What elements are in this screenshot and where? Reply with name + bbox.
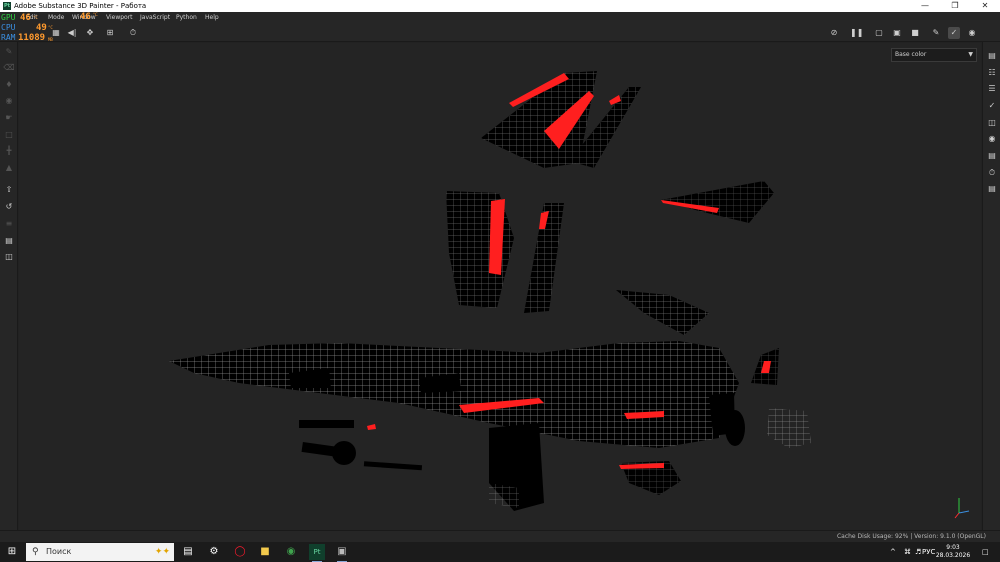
camera-icon[interactable]: ■: [909, 27, 921, 39]
window-temp-value: 46: [80, 12, 91, 22]
title-bar: Pt Adobe Substance 3D Painter - Работа —…: [0, 0, 1000, 12]
task-view-icon[interactable]: ▤: [180, 544, 196, 560]
viewer-icon[interactable]: ◉: [986, 133, 998, 145]
stack-icon[interactable]: ☰: [986, 83, 998, 95]
smudge-icon[interactable]: ☛: [3, 112, 15, 124]
tray-chevron-icon[interactable]: ^: [890, 542, 896, 562]
ram-label: RAM: [1, 33, 16, 42]
cpu-unit: °C: [48, 25, 53, 30]
texture-set-list-icon[interactable]: ☷: [986, 67, 998, 79]
substance-painter-icon[interactable]: Pt: [309, 544, 325, 562]
right-panel-bar: ▤ ☷ ☰ ✓ ◫ ◉ ▤ ⏱ ▤: [982, 42, 1000, 530]
gpu-unit: °C: [33, 15, 38, 20]
window-title: Adobe Substance 3D Painter - Работа: [14, 2, 147, 10]
texture-set-icon[interactable]: ≡: [3, 218, 15, 230]
notification-icon[interactable]: □: [982, 542, 989, 562]
axis-icon[interactable]: ✥: [84, 27, 96, 39]
shelf-panel-icon[interactable]: ▤: [986, 150, 998, 162]
menu-bar: Edit Mode Window Viewport JavaScript Pyt…: [0, 12, 1000, 24]
clock-time: 9:03: [946, 544, 960, 551]
window-temp-unit: °C: [93, 12, 98, 17]
other-app-icon[interactable]: ▣: [334, 544, 350, 562]
windows-taskbar: ⊞ ⚲ Поиск ✦✦ ▤ ⚙ ◯ ■ ◉ Pt ▣ ^ ⌘ ♬ РУС 9:…: [0, 542, 1000, 562]
uv-mesh-view: [169, 71, 970, 519]
wing-mid-right-piece: [524, 203, 564, 313]
document-icon[interactable]: ▤: [3, 235, 15, 247]
menu-viewport[interactable]: Viewport: [106, 12, 133, 24]
volume-icon[interactable]: ♬: [915, 542, 921, 562]
ram-value: 11089: [18, 33, 46, 43]
settings-icon[interactable]: ⚙: [206, 544, 222, 560]
pause-icon[interactable]: ❚❚: [850, 27, 863, 39]
frame-icon[interactable]: ▢: [873, 27, 885, 39]
history-icon[interactable]: ⏱: [127, 27, 139, 39]
channel-select[interactable]: Base color ▼: [891, 48, 977, 62]
performance-overlay: GPU 46 °C CPU 49 °C RAM 11089 MB: [0, 12, 60, 44]
menu-python[interactable]: Python: [176, 12, 197, 24]
export-icon[interactable]: ↺: [3, 201, 15, 213]
lower-intake-piece: [489, 423, 544, 511]
fuselage-piece: [169, 341, 739, 448]
cpu-value: 49: [36, 23, 47, 33]
search-icon: ⚲: [32, 547, 39, 557]
substance-app-icon: Pt: [3, 2, 11, 10]
cube-icon[interactable]: ▣: [891, 27, 903, 39]
close-icon[interactable]: ✕: [970, 0, 1000, 12]
channel-select-value: Base color: [895, 51, 927, 58]
search-highlight-icon: ✦✦: [154, 547, 170, 557]
maximize-icon[interactable]: ❐: [940, 0, 970, 12]
cpu-label: CPU: [1, 23, 16, 32]
gpu-value: 46: [20, 13, 31, 23]
left-tool-bar: ✎ ⌫ ♦ ◉ ☛ □ ╋ ▲ ⇧ ↺ ≡ ▤ ◫: [0, 42, 18, 530]
menu-javascript[interactable]: JavaScript: [140, 12, 170, 24]
wing-mid-left-piece: [446, 191, 514, 308]
screenshot-icon[interactable]: ◉: [966, 27, 978, 39]
fin-top-right-piece: [661, 181, 774, 223]
layers-icon[interactable]: ▤: [986, 50, 998, 62]
symmetry-icon[interactable]: ◀|: [66, 27, 78, 39]
status-bar: Cache Disk Usage: 92% | Version: 9.1.0 (…: [0, 530, 1000, 542]
history-icon[interactable]: ⏱: [986, 167, 998, 179]
clock[interactable]: 9:03 28.03.2026: [932, 544, 974, 560]
search-placeholder: Поиск: [46, 547, 72, 556]
chevron-down-icon: ▼: [968, 51, 973, 58]
polygon-fill-icon[interactable]: ▲: [3, 162, 15, 174]
edit-icon[interactable]: ✎: [930, 27, 942, 39]
display-icon[interactable]: ◫: [986, 117, 998, 129]
brush-settings-icon[interactable]: ✓: [986, 100, 998, 112]
color-picker-icon[interactable]: ╋: [3, 145, 15, 157]
geometry-mask-icon[interactable]: ◉: [3, 95, 15, 107]
3d-viewport[interactable]: Base color ▼: [19, 43, 981, 530]
add-icon[interactable]: ⊞: [104, 27, 116, 39]
clock-date: 28.03.2026: [935, 552, 971, 559]
opera-icon[interactable]: ◯: [232, 544, 248, 560]
fin-mid-piece: [616, 290, 709, 335]
minimize-icon[interactable]: —: [910, 0, 940, 12]
file-explorer-icon[interactable]: ■: [257, 544, 273, 560]
axis-gizmo-icon: [954, 498, 970, 519]
brush-icon[interactable]: ✓: [948, 27, 960, 39]
clone-icon[interactable]: □: [3, 129, 15, 141]
shelf-icon[interactable]: ◫: [3, 251, 15, 263]
gpu-label: GPU: [1, 13, 16, 22]
substance-painter-window: Pt Adobe Substance 3D Painter - Работа —…: [0, 0, 1000, 562]
chrome-icon[interactable]: ◉: [283, 544, 299, 560]
bake-icon[interactable]: ⇧: [3, 184, 15, 196]
menu-help[interactable]: Help: [205, 12, 219, 24]
log-icon[interactable]: ▤: [986, 183, 998, 195]
main-toolbar: ▦ ◀| ✥ ⊞ ⏱ ⊘ ❚❚ ▢ ▣ ■ ✎ ✓ ◉: [0, 24, 1000, 42]
taskbar-search-input[interactable]: ⚲ Поиск ✦✦: [26, 543, 174, 561]
windows-start-icon[interactable]: ⊞: [0, 542, 24, 562]
hide-icon[interactable]: ⊘: [828, 27, 840, 39]
network-icon[interactable]: ⌘: [904, 542, 911, 562]
ram-unit: MB: [48, 37, 53, 42]
eraser-icon[interactable]: ⌫: [3, 62, 15, 74]
projection-icon[interactable]: ♦: [3, 79, 15, 91]
paint-brush-icon[interactable]: ✎: [3, 46, 15, 58]
